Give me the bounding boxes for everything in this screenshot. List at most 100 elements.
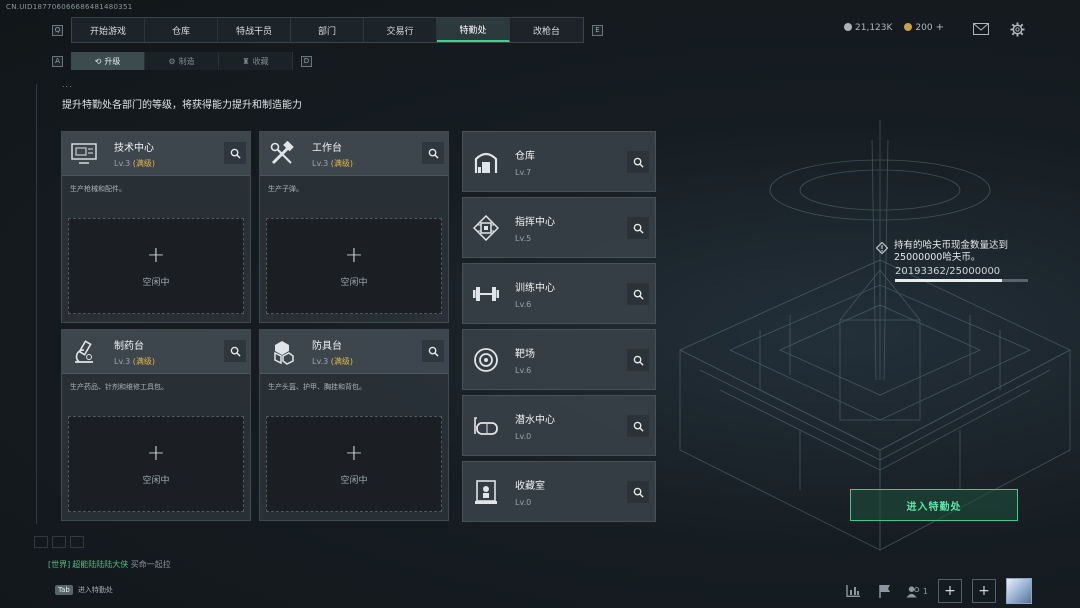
card-level: Lv.3 (满级) bbox=[114, 356, 155, 367]
silver-amount: 21,123K bbox=[855, 22, 893, 33]
department-card-shooting-range[interactable]: 靶场 Lv.6 bbox=[462, 329, 656, 390]
flag-icon[interactable] bbox=[874, 580, 896, 602]
search-icon[interactable] bbox=[627, 481, 649, 503]
tab-special-ops[interactable]: 特勤处 bbox=[437, 18, 510, 42]
card-description: 生产药品、针剂和维修工具包。 bbox=[70, 383, 168, 391]
upgrade-icon: ⟲ bbox=[94, 56, 102, 66]
max-level-badge: (满级) bbox=[330, 158, 353, 168]
quest-description: 持有的哈夫币现金数量达到25000000哈夫币。 bbox=[894, 240, 1009, 263]
subtab-craft[interactable]: ⚙ 制造 bbox=[145, 52, 219, 70]
slot-status: 空闲中 bbox=[142, 475, 170, 486]
card-title: 指挥中心 bbox=[515, 216, 555, 228]
friends-icon bbox=[906, 585, 920, 598]
add-icon: + bbox=[146, 242, 166, 268]
friends-button[interactable]: 1 bbox=[906, 580, 928, 602]
level-value: Lv.3 bbox=[312, 158, 329, 168]
production-slot[interactable]: + 空闲中 bbox=[68, 416, 244, 512]
subnav-prev-key[interactable]: A bbox=[52, 55, 63, 67]
stats-icon[interactable] bbox=[842, 580, 864, 602]
search-icon[interactable] bbox=[224, 340, 246, 362]
bottom-bar: 1 + + bbox=[842, 578, 1032, 604]
breadcrumb: ... bbox=[62, 80, 73, 89]
subtab-upgrade-label: 升级 bbox=[104, 56, 121, 66]
production-slot[interactable]: + 空闲中 bbox=[266, 218, 442, 314]
level-value: Lv.3 bbox=[114, 356, 131, 366]
tab-hint[interactable]: Tab 进入特勤处 bbox=[55, 585, 113, 595]
quest-tracker: 持有的哈夫币现金数量达到25000000哈夫币。 20193362/250000… bbox=[876, 240, 1036, 282]
department-card-command-center[interactable]: 指挥中心 Lv.5 bbox=[462, 197, 656, 258]
gold-currency[interactable]: 200 + bbox=[904, 22, 944, 33]
search-icon[interactable] bbox=[224, 142, 246, 164]
chat-line[interactable]: [世界] 超能陆陆陆大侠 买命一起拉 bbox=[48, 559, 171, 570]
tab-operators[interactable]: 特战干员 bbox=[218, 18, 291, 42]
tab-trading[interactable]: 交易行 bbox=[364, 18, 437, 42]
card-description: 生产头盔、护甲、胸挂和背包。 bbox=[268, 383, 366, 391]
card-level: Lv.7 bbox=[515, 167, 532, 177]
nav-prev-key[interactable]: Q bbox=[52, 24, 63, 36]
department-card-armor-bench[interactable]: 防具台 Lv.3 (满级) 生产头盔、护甲、胸挂和背包。 + 空闲中 bbox=[259, 329, 449, 521]
search-icon[interactable] bbox=[627, 349, 649, 371]
department-card-tech-center[interactable]: 技术中心 Lv.3 (满级) 生产枪械和配件。 + 空闲中 bbox=[61, 131, 251, 323]
avatar[interactable] bbox=[1006, 578, 1032, 604]
subnav-next-key[interactable]: D bbox=[301, 55, 312, 67]
search-icon[interactable] bbox=[422, 142, 444, 164]
card-level: Lv.0 bbox=[515, 497, 532, 507]
diving-center-icon bbox=[471, 411, 501, 441]
friends-count: 1 bbox=[922, 586, 928, 596]
nav-next-key[interactable]: E bbox=[592, 24, 603, 36]
collection-icon: ♜ bbox=[242, 56, 250, 66]
add-slot-button-2[interactable]: + bbox=[972, 579, 996, 603]
card-description: 生产子弹。 bbox=[268, 185, 303, 193]
left-divider bbox=[36, 84, 37, 524]
card-title: 技术中心 bbox=[114, 142, 154, 154]
subtab-upgrade[interactable]: ⟲ 升级 bbox=[71, 52, 145, 70]
slot-status: 空闲中 bbox=[340, 277, 368, 288]
slot-status: 空闲中 bbox=[142, 277, 170, 288]
tab-hint-label: 进入特勤处 bbox=[77, 586, 113, 594]
tech-center-icon bbox=[70, 140, 98, 168]
enter-special-ops-button[interactable]: 进入特勤处 bbox=[850, 489, 1018, 521]
gold-add-button[interactable]: + bbox=[936, 22, 944, 33]
card-header: 工作台 Lv.3 (满级) bbox=[260, 132, 448, 176]
department-card-training-center[interactable]: 训练中心 Lv.6 bbox=[462, 263, 656, 324]
mail-icon[interactable] bbox=[970, 18, 992, 40]
armor-bench-icon bbox=[268, 338, 296, 366]
silver-currency: 21,123K bbox=[844, 22, 893, 33]
production-slot[interactable]: + 空闲中 bbox=[266, 416, 442, 512]
silver-coin-icon bbox=[844, 22, 853, 31]
production-slot[interactable]: + 空闲中 bbox=[68, 218, 244, 314]
add-icon: + bbox=[344, 440, 364, 466]
department-card-collection-room[interactable]: 收藏室 Lv.0 bbox=[462, 461, 656, 522]
card-title: 靶场 bbox=[515, 348, 535, 360]
gear-icon[interactable] bbox=[1006, 18, 1028, 40]
level-value: Lv.3 bbox=[114, 158, 131, 168]
search-icon[interactable] bbox=[627, 283, 649, 305]
search-icon[interactable] bbox=[627, 151, 649, 173]
subtab-collection[interactable]: ♜ 收藏 bbox=[219, 52, 293, 70]
add-slot-button-1[interactable]: + bbox=[938, 579, 962, 603]
shooting-range-icon bbox=[471, 345, 501, 375]
search-icon[interactable] bbox=[627, 217, 649, 239]
department-card-diving-center[interactable]: 潜水中心 Lv.0 bbox=[462, 395, 656, 456]
tab-departments[interactable]: 部门 bbox=[291, 18, 364, 42]
command-center-icon bbox=[471, 213, 501, 243]
card-level: Lv.3 (满级) bbox=[114, 158, 155, 169]
search-icon[interactable] bbox=[627, 415, 649, 437]
chat-channel: [世界] bbox=[48, 560, 71, 569]
card-level: Lv.3 (满级) bbox=[312, 356, 353, 367]
tab-start-game[interactable]: 开始游戏 bbox=[72, 18, 145, 42]
department-card-pharmacy[interactable]: 制药台 Lv.3 (满级) 生产药品、针剂和维修工具包。 + 空闲中 bbox=[61, 329, 251, 521]
department-card-workbench[interactable]: 工作台 Lv.3 (满级) 生产子弹。 + 空闲中 bbox=[259, 131, 449, 323]
level-value: Lv.3 bbox=[312, 356, 329, 366]
add-icon: + bbox=[146, 440, 166, 466]
user-id: CN.UID187706066686481480351 bbox=[6, 3, 133, 11]
search-icon[interactable] bbox=[422, 340, 444, 362]
tab-gunsmith[interactable]: 改枪台 bbox=[510, 18, 583, 42]
decorative-boxes bbox=[34, 536, 84, 548]
department-card-warehouse[interactable]: 仓库 Lv.7 bbox=[462, 131, 656, 192]
subtab-collection-label: 收藏 bbox=[252, 56, 269, 66]
card-level: Lv.0 bbox=[515, 431, 532, 441]
card-title: 训练中心 bbox=[515, 282, 555, 294]
sub-nav: A ⟲ 升级 ⚙ 制造 ♜ 收藏 D bbox=[44, 52, 320, 70]
tab-warehouse[interactable]: 仓库 bbox=[145, 18, 218, 42]
